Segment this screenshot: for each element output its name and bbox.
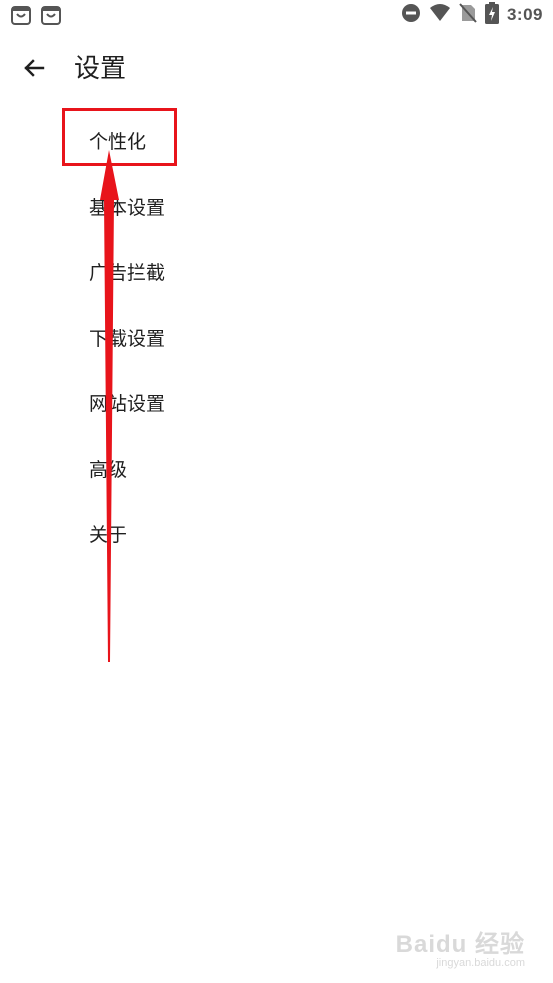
- shopping-bag-icon: [10, 4, 32, 26]
- settings-item-basic[interactable]: 基本设置: [0, 174, 553, 240]
- settings-item-label: 关于: [89, 524, 128, 547]
- settings-item-label: 网站设置: [89, 393, 166, 416]
- status-icons: 3:09: [401, 2, 543, 28]
- page-title: 设置: [74, 54, 127, 84]
- battery-charging-icon: [484, 2, 499, 28]
- watermark-brand: Baidu 经验: [395, 931, 525, 958]
- settings-item-label: 广告拦截: [89, 262, 166, 285]
- watermark: Baidu 经验 jingyan.baidu.com: [396, 924, 525, 969]
- settings-item-site[interactable]: 网站设置: [0, 370, 553, 436]
- no-sim-icon: [459, 3, 477, 27]
- settings-item-personalization[interactable]: 个性化: [0, 108, 553, 174]
- settings-list: 个性化 基本设置 广告拦截 下载设置 网站设置 高级 关于: [0, 108, 553, 567]
- wifi-icon: [429, 3, 451, 27]
- status-bar: 3:09: [0, 0, 553, 32]
- settings-item-about[interactable]: 关于: [0, 501, 553, 567]
- settings-item-label: 下载设置: [89, 327, 166, 350]
- settings-item-label: 高级: [89, 458, 128, 481]
- status-time: 3:09: [506, 5, 543, 24]
- settings-item-download[interactable]: 下载设置: [0, 305, 553, 371]
- settings-item-advanced[interactable]: 高级: [0, 436, 553, 502]
- watermark-url: jingyan.baidu.com: [436, 957, 525, 969]
- arrow-left-icon: [22, 56, 46, 84]
- do-not-disturb-icon: [401, 3, 421, 27]
- settings-item-ad-block[interactable]: 广告拦截: [0, 239, 553, 305]
- app-bar: 设置: [0, 40, 553, 98]
- settings-item-label: 基本设置: [89, 196, 166, 219]
- back-button[interactable]: [16, 52, 52, 88]
- shopping-bag-icon: [40, 4, 62, 26]
- settings-item-label: 个性化: [89, 131, 147, 154]
